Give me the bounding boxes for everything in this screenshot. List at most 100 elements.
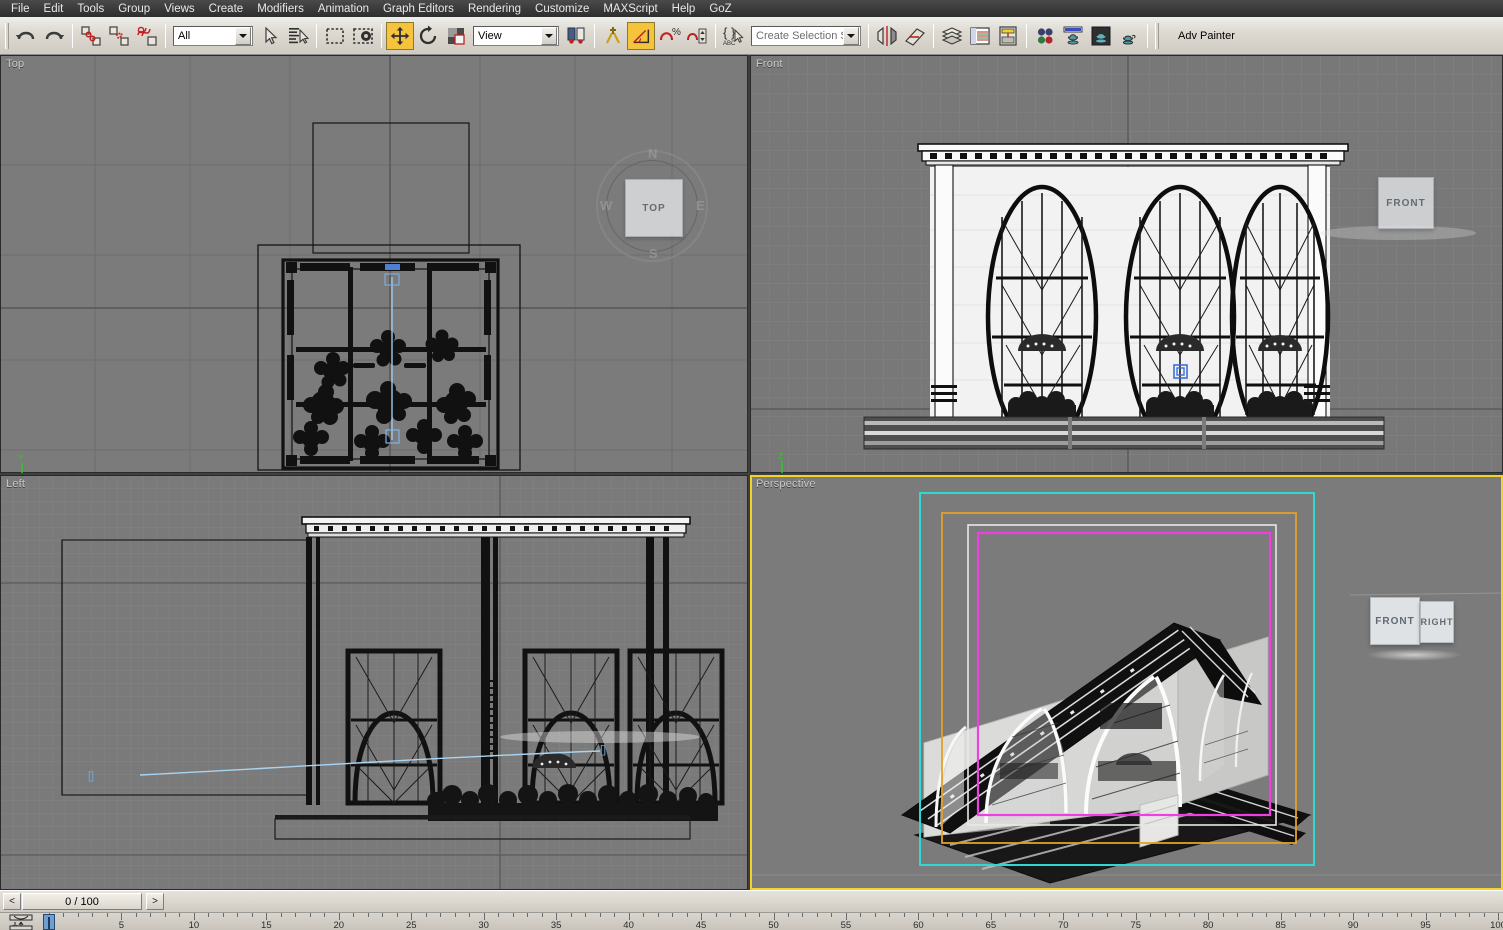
toolbar-grip-right[interactable]: [1155, 22, 1159, 49]
adv-painter-button[interactable]: Adv Painter: [1168, 24, 1245, 48]
menu-item-help[interactable]: Help: [665, 1, 703, 17]
viewcube-front[interactable]: FRONT: [1378, 177, 1440, 239]
ruler-tick-minor: [1034, 913, 1036, 917]
menu-item-modifiers[interactable]: Modifiers: [250, 1, 311, 17]
viewport-label-left[interactable]: Left: [6, 478, 25, 490]
axis-label-y: Y: [18, 453, 25, 463]
undo-icon[interactable]: [12, 22, 40, 50]
ruler-tick-minor: [816, 913, 818, 917]
menu-item-graph-editors[interactable]: Graph Editors: [376, 1, 461, 17]
ruler-tick-minor: [541, 913, 543, 917]
ruler-tick-major: [1135, 913, 1137, 920]
viewport-label-top[interactable]: Top: [6, 58, 24, 70]
unlink-selection-icon[interactable]: [105, 22, 133, 50]
snaps-toggle-icon[interactable]: [599, 22, 627, 50]
curve-editor-icon[interactable]: [966, 22, 994, 50]
chevron-down-icon[interactable]: [235, 26, 251, 45]
selection-filter-dropdown[interactable]: All: [173, 25, 253, 46]
menu-bar: File Edit Tools Group Views Create Modif…: [0, 0, 1503, 17]
viewport-perspective[interactable]: FRONT RIGHT Perspective: [750, 475, 1503, 890]
bind-to-space-warp-icon[interactable]: [133, 22, 161, 50]
schematic-view-icon[interactable]: [994, 22, 1022, 50]
mirror-icon[interactable]: [873, 22, 901, 50]
current-frame-field[interactable]: 0 / 100: [22, 893, 142, 910]
menu-item-goz[interactable]: GoZ: [702, 1, 738, 17]
track-bar[interactable]: 0510152025303540455055606570758085909510…: [0, 912, 1503, 930]
next-frame-button[interactable]: >: [146, 893, 164, 910]
compass-south[interactable]: S: [649, 246, 658, 261]
compass-north[interactable]: N: [648, 146, 657, 161]
ruler-label: 10: [188, 920, 200, 930]
ruler-tick-major: [1425, 913, 1427, 920]
menu-item-maxscript[interactable]: MAXScript: [596, 1, 664, 17]
ruler-tick-minor: [599, 913, 601, 917]
menu-item-group[interactable]: Group: [111, 1, 157, 17]
menu-item-file[interactable]: File: [4, 1, 37, 17]
ruler-tick-minor: [1193, 913, 1195, 917]
time-slider-handle[interactable]: [43, 914, 55, 930]
render-setup-icon[interactable]: [1059, 22, 1087, 50]
ruler-tick-minor: [1237, 913, 1239, 917]
ruler-tick-minor: [1251, 913, 1253, 917]
compass-east[interactable]: E: [696, 198, 705, 213]
menu-item-rendering[interactable]: Rendering: [461, 1, 528, 17]
menu-item-edit[interactable]: Edit: [37, 1, 71, 17]
chevron-down-icon[interactable]: [541, 26, 557, 45]
redo-icon[interactable]: [40, 22, 68, 50]
layer-manager-icon[interactable]: [938, 22, 966, 50]
select-object-icon[interactable]: [256, 22, 284, 50]
menu-item-animation[interactable]: Animation: [311, 1, 376, 17]
coordinate-system-value: View: [478, 29, 502, 42]
ruler-tick-major: [121, 913, 123, 920]
previous-frame-button[interactable]: <: [3, 893, 21, 910]
select-by-name-icon[interactable]: [284, 22, 312, 50]
chevron-down-icon[interactable]: [843, 26, 859, 45]
axis-label-z: Z: [778, 451, 784, 461]
window-crossing-icon[interactable]: [349, 22, 377, 50]
viewcube-face-top[interactable]: TOP: [625, 179, 683, 237]
ruler-tick-minor: [512, 913, 514, 917]
menu-item-create[interactable]: Create: [202, 1, 251, 17]
render-production-icon[interactable]: [1115, 22, 1143, 50]
select-and-link-icon[interactable]: [77, 22, 105, 50]
percent-snap-toggle-icon[interactable]: %: [655, 22, 683, 50]
ruler-tick-minor: [802, 913, 804, 917]
select-and-rotate-icon[interactable]: [414, 22, 442, 50]
use-pivot-point-center-icon[interactable]: [562, 22, 590, 50]
spinner-snap-toggle-icon[interactable]: [683, 22, 711, 50]
viewport-top[interactable]: N E S W TOP Y X Z Top: [0, 55, 748, 473]
viewport-label-perspective[interactable]: Perspective: [756, 478, 816, 490]
toolbar-separator: [1026, 23, 1027, 48]
ruler-tick-minor: [1106, 913, 1108, 917]
menu-item-views[interactable]: Views: [157, 1, 201, 17]
ruler-tick-major: [411, 913, 413, 920]
menu-item-tools[interactable]: Tools: [70, 1, 111, 17]
edit-named-selection-sets-icon[interactable]: { } ABC: [720, 22, 748, 50]
viewport-label-front[interactable]: Front: [756, 58, 783, 70]
viewcube-face-right[interactable]: RIGHT: [1420, 601, 1454, 643]
key-mode-toggle-icon[interactable]: [8, 914, 34, 930]
select-and-move-icon[interactable]: [386, 21, 414, 50]
material-editor-icon[interactable]: [1031, 22, 1059, 50]
menu-item-customize[interactable]: Customize: [528, 1, 596, 17]
angle-snap-toggle-icon[interactable]: [627, 21, 655, 50]
compass-west[interactable]: W: [600, 198, 612, 213]
ruler-tick-minor: [1338, 913, 1340, 917]
ruler-tick-minor: [976, 913, 978, 917]
ruler-tick-major: [193, 913, 195, 920]
create-selection-set-dropdown[interactable]: Create Selection Set: [751, 25, 861, 46]
viewcube-face-front[interactable]: FRONT: [1378, 177, 1434, 229]
viewcube-perspective[interactable]: FRONT RIGHT: [1366, 593, 1470, 663]
rectangular-selection-region-icon[interactable]: [321, 22, 349, 50]
toolbar-grip[interactable]: [5, 22, 9, 49]
reference-coordinate-system-dropdown[interactable]: View: [473, 25, 559, 46]
viewport-left[interactable]: [] [] LEFT: [0, 475, 748, 890]
timeline-ruler[interactable]: 0510152025303540455055606570758085909510…: [44, 913, 1503, 930]
ruler-label: 20: [333, 920, 345, 930]
viewcube-face-front[interactable]: FRONT: [1370, 597, 1420, 645]
viewcube-top[interactable]: N E S W TOP: [596, 146, 712, 266]
rendered-frame-window-icon[interactable]: [1087, 22, 1115, 50]
viewport-front[interactable]: FRONT Z X Front: [750, 55, 1503, 473]
select-and-uniform-scale-icon[interactable]: [442, 22, 470, 50]
align-icon[interactable]: [901, 22, 929, 50]
